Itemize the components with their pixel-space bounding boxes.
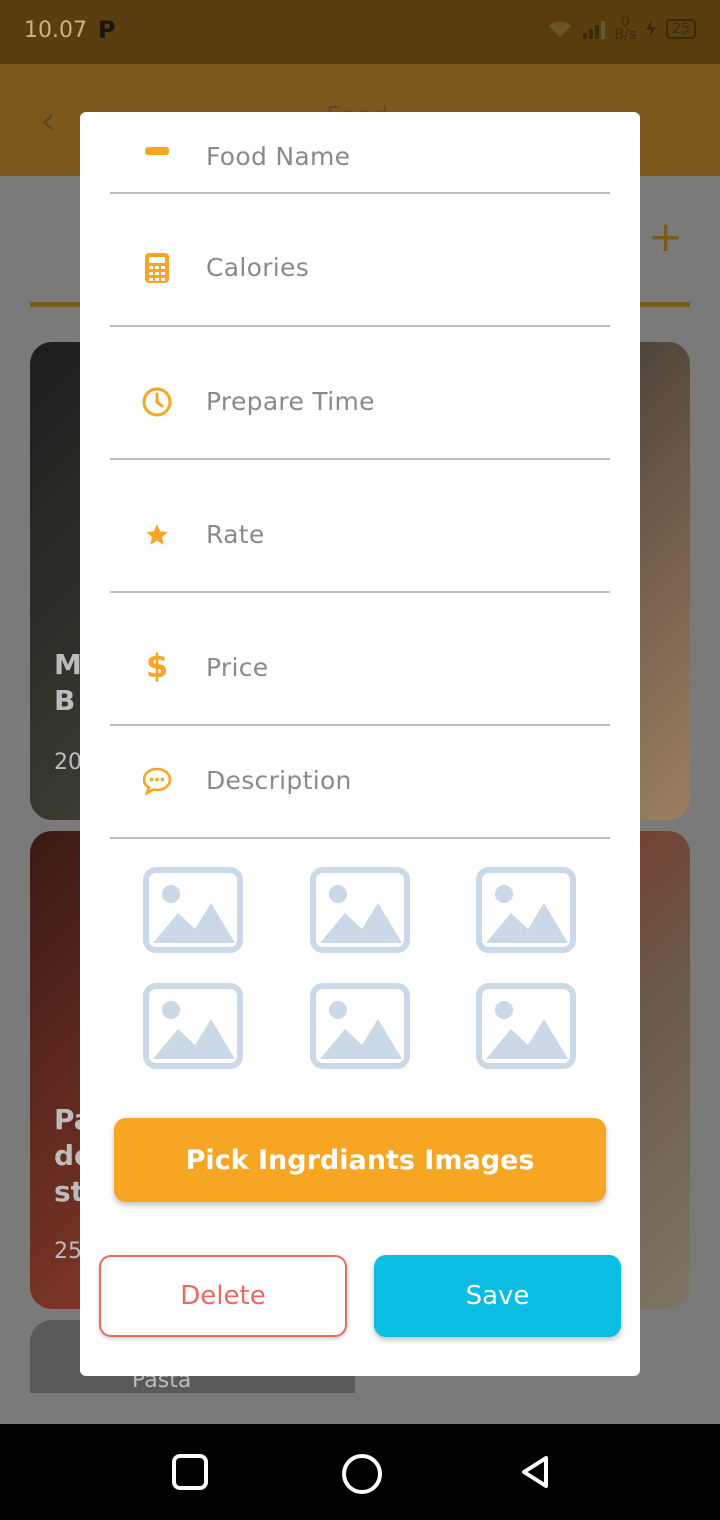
food-name-placeholder: Food Name (206, 142, 351, 171)
clock-icon (140, 385, 174, 419)
description-placeholder: Description (206, 766, 352, 795)
prepare-time-placeholder: Prepare Time (206, 387, 375, 416)
prepare-time-field[interactable]: Prepare Time (110, 327, 610, 460)
image-placeholder-icon (143, 983, 243, 1069)
star-icon (140, 518, 174, 552)
calories-placeholder: Calories (206, 253, 310, 282)
price-field[interactable]: $ Price (110, 593, 610, 726)
wifi-icon (548, 21, 571, 37)
back-button[interactable] (518, 1454, 552, 1494)
home-button[interactable] (342, 1454, 382, 1494)
dollar-icon: $ (145, 647, 169, 685)
status-bar: 10.07 P 0 B/s 25 (0, 0, 720, 64)
rate-field[interactable]: Rate (110, 460, 610, 593)
image-placeholder-icon (143, 867, 243, 953)
chat-icon (140, 764, 174, 798)
edit-food-dialog: Food Name Calories Prepare Time Rate $ P… (80, 112, 640, 1376)
ingredient-image-slot[interactable] (476, 867, 576, 953)
status-time: 10.07 (24, 18, 87, 43)
calculator-icon (140, 251, 174, 285)
carrier-icon: P (98, 16, 116, 44)
charging-icon (646, 19, 657, 39)
calories-field[interactable]: Calories (110, 193, 610, 327)
system-nav-bar (0, 1424, 720, 1520)
image-placeholder-icon (476, 983, 576, 1069)
image-placeholder-icon (476, 867, 576, 953)
add-icon[interactable]: + (648, 212, 683, 261)
ingredient-image-slot[interactable] (310, 867, 410, 953)
price-placeholder: Price (206, 653, 269, 682)
recents-button[interactable] (172, 1454, 208, 1490)
rate-placeholder: Rate (206, 520, 265, 549)
food-card-title-line2: B (54, 684, 76, 717)
image-placeholder-icon (310, 983, 410, 1069)
food-card-meta: 25 (54, 1239, 82, 1264)
food-name-field[interactable]: Food Name (110, 112, 610, 194)
net-speed-unit: B/s (614, 27, 637, 43)
ingredient-image-slot[interactable] (476, 983, 576, 1069)
description-field[interactable]: Description (110, 726, 610, 839)
image-placeholder-icon (310, 867, 410, 953)
ingredient-image-slot[interactable] (143, 983, 243, 1069)
back-triangle-icon (522, 1456, 548, 1488)
food-icon (140, 134, 174, 168)
battery-icon: 25 (666, 19, 696, 39)
signal-icon (582, 21, 605, 39)
food-card-title: M (54, 648, 82, 681)
food-card-meta: 20 (54, 750, 82, 775)
ingredient-image-slot[interactable] (310, 983, 410, 1069)
delete-button[interactable]: Delete (99, 1255, 347, 1337)
back-arrow-icon[interactable]: ‹ (40, 98, 56, 144)
save-button[interactable]: Save (374, 1255, 621, 1337)
pick-ingredients-images-button[interactable]: Pick Ingrdiants Images (114, 1118, 606, 1202)
status-indicators: 0 B/s 25 (547, 15, 696, 43)
net-speed: 0 B/s (614, 15, 637, 43)
ingredient-image-slot[interactable] (143, 867, 243, 953)
